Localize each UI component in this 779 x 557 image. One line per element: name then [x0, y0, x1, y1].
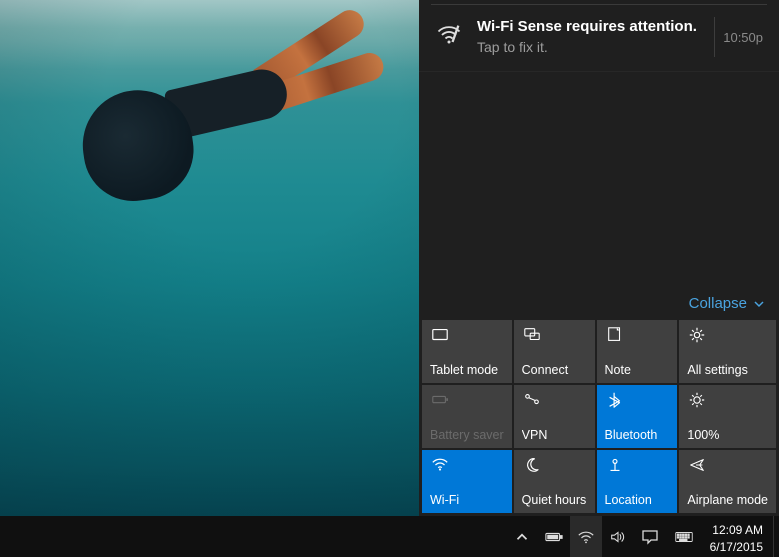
bluetooth-icon	[605, 391, 625, 409]
tile-battery-saver[interactable]: Battery saver	[422, 385, 512, 448]
notification-wifi-sense[interactable]: Wi-Fi Sense requires attention. Tap to f…	[419, 5, 779, 72]
clock-time: 12:09 AM	[710, 522, 763, 538]
note-icon	[605, 326, 625, 344]
tile-note[interactable]: Note	[597, 320, 678, 383]
tile-label: VPN	[522, 428, 587, 442]
tile-label: Note	[605, 363, 670, 377]
notification-time: 10:50p	[714, 17, 763, 57]
tile-label: Connect	[522, 363, 587, 377]
chevron-down-icon	[753, 298, 765, 310]
system-tray	[506, 516, 702, 557]
desktop-wallpaper[interactable]	[0, 0, 419, 516]
wifi-sense-icon	[435, 21, 463, 49]
clock-date: 6/17/2015	[710, 539, 763, 555]
tablet-icon	[430, 326, 450, 344]
show-desktop-button[interactable]	[773, 516, 779, 557]
collapse-label: Collapse	[689, 295, 747, 312]
collapse-button[interactable]: Collapse	[689, 295, 765, 312]
tile-label: Battery saver	[430, 428, 504, 442]
tile-airplane[interactable]: Airplane mode	[679, 450, 776, 513]
tile-bluetooth[interactable]: Bluetooth	[597, 385, 678, 448]
battery-icon	[430, 391, 450, 409]
notification-title: Wi-Fi Sense requires attention.	[477, 17, 700, 37]
tile-tablet-mode[interactable]: Tablet mode	[422, 320, 512, 383]
connect-icon	[522, 326, 542, 344]
tile-label: All settings	[687, 363, 768, 377]
vpn-icon	[522, 391, 542, 409]
location-icon	[605, 456, 625, 474]
tile-wifi[interactable]: Wi-Fi	[422, 450, 512, 513]
tile-label: Bluetooth	[605, 428, 670, 442]
tile-quiet-hours[interactable]: Quiet hours	[514, 450, 595, 513]
tile-label: Wi-Fi	[430, 493, 504, 507]
quick-actions-grid: Tablet mode Connect Note All settings Batter…	[419, 317, 779, 516]
tray-action-center-icon[interactable]	[634, 516, 666, 557]
gear-icon	[687, 326, 707, 344]
tile-connect[interactable]: Connect	[514, 320, 595, 383]
tray-overflow-chevron[interactable]	[506, 516, 538, 557]
action-center-panel: Wi-Fi Sense requires attention. Tap to f…	[419, 0, 779, 516]
tile-label: Tablet mode	[430, 363, 504, 377]
taskbar: 12:09 AM 6/17/2015	[0, 516, 779, 557]
tile-vpn[interactable]: VPN	[514, 385, 595, 448]
tile-label: Location	[605, 493, 670, 507]
tile-brightness[interactable]: 100%	[679, 385, 776, 448]
tray-keyboard-icon[interactable]	[666, 516, 702, 557]
tile-label: 100%	[687, 428, 768, 442]
sun-icon	[687, 391, 707, 409]
airplane-icon	[687, 456, 707, 474]
notification-subtitle: Tap to fix it.	[477, 39, 700, 55]
tile-location[interactable]: Location	[597, 450, 678, 513]
tile-label: Quiet hours	[522, 493, 587, 507]
wifi-icon	[430, 456, 450, 474]
tray-network-icon[interactable]	[570, 516, 602, 557]
tile-all-settings[interactable]: All settings	[679, 320, 776, 383]
tray-volume-icon[interactable]	[602, 516, 634, 557]
moon-icon	[522, 456, 542, 474]
taskbar-clock[interactable]: 12:09 AM 6/17/2015	[702, 516, 773, 557]
tray-battery-icon[interactable]	[538, 516, 570, 557]
tile-label: Airplane mode	[687, 493, 768, 507]
